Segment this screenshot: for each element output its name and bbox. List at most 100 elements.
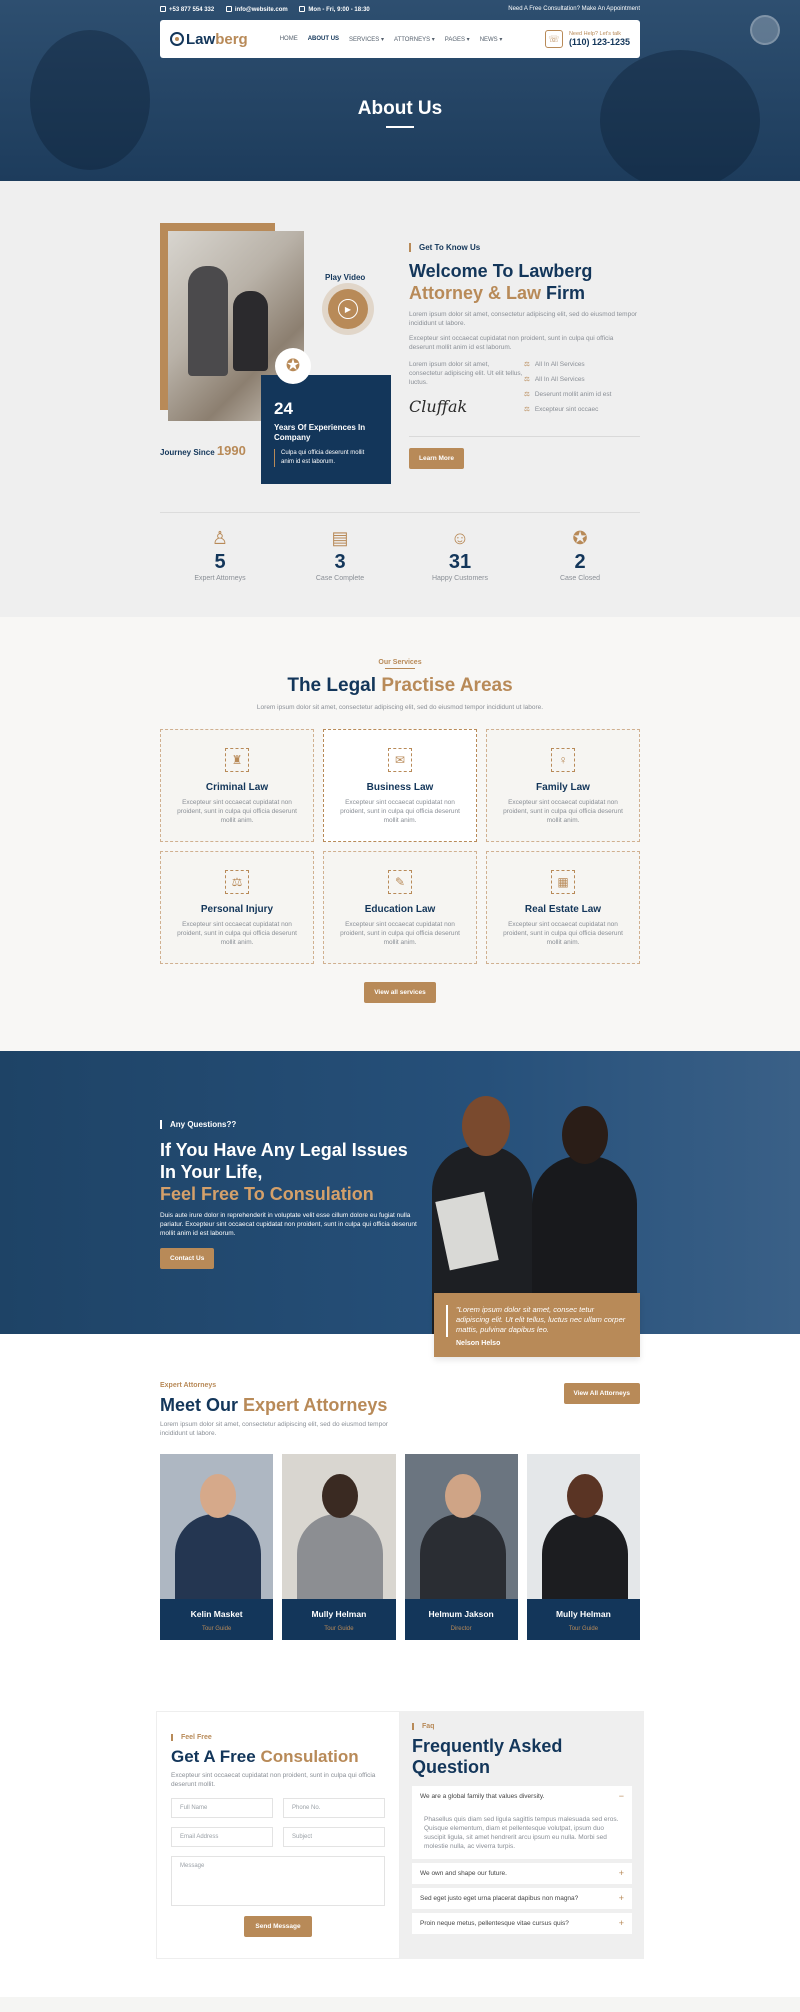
plus-icon: + (618, 1918, 624, 1928)
card-title: Family Law (536, 782, 590, 793)
person-head (566, 1474, 603, 1518)
nav-news[interactable]: NEWS ▾ (480, 36, 503, 43)
nav-attorneys[interactable]: ATTORNEYS ▾ (394, 36, 435, 43)
consultation-cta: Any Questions?? If You Have Any Legal Is… (0, 1051, 800, 1357)
attorney-icon: ♙ (211, 528, 229, 548)
contact-us-button[interactable]: Contact Us (160, 1248, 215, 1269)
topbar-consult-link[interactable]: Need A Free Consultation? Make An Appoin… (508, 6, 640, 13)
stat-item: ▤ 3 Case Complete (280, 528, 400, 582)
person-figure (188, 266, 228, 376)
card-desc: Excepteur sint occaecat cupidatat non pr… (503, 921, 623, 946)
journey-year: 1990 (216, 443, 246, 458)
send-message-button[interactable]: Send Message (244, 1916, 312, 1937)
main-menu: HOME ABOUT US SERVICES ▾ ATTORNEYS ▾ PAG… (280, 36, 513, 43)
card-title: Real Estate Law (524, 904, 602, 915)
faq-title: Frequently Asked Question (412, 1736, 563, 1777)
email-field[interactable]: Email Address (171, 1827, 273, 1847)
services-subtitle: Lorem ipsum dolor sit amet, consectetur … (256, 704, 544, 711)
phone-icon: ☏ (544, 30, 563, 48)
card-title: Criminal Law (205, 782, 269, 793)
member-role: Tour Guide (201, 1626, 232, 1632)
personal-injury-icon: ⚖ (225, 870, 249, 894)
service-card[interactable]: ▦ Real Estate Law Excepteur sint occaecat … (486, 851, 640, 964)
help-phone: (110) 123-1235 (568, 37, 630, 47)
full-name-field[interactable]: Full Name (171, 1798, 273, 1818)
topbar: +53 877 554 332 info@website.com Mon - F… (160, 6, 640, 13)
learn-more-button[interactable]: Learn More (409, 448, 465, 469)
member-name: Mully Helman (311, 1609, 367, 1619)
topbar-email[interactable]: info@website.com (225, 6, 288, 13)
person-head (444, 1474, 481, 1518)
member-name: Mully Helman (555, 1609, 611, 1619)
team-eyebrow: Expert Attorneys (160, 1382, 217, 1389)
family-law-icon: ♀ (551, 748, 575, 772)
stat-item: ♙ 5 Expert Attorneys (160, 528, 280, 582)
nav-home[interactable]: HOME (280, 36, 298, 43)
team-member-card[interactable]: Mully Helman Tour Guide (526, 1454, 640, 1640)
about-title: Welcome To Lawberg Attorney & Law Firm (409, 261, 593, 303)
testimonial-quote: "Lorem ipsum dolor sit amet, consec tetu… (434, 1293, 640, 1357)
list-item: All In All Services (524, 360, 611, 368)
phone-field[interactable]: Phone No. (283, 1798, 385, 1818)
team-subtitle: Lorem ipsum dolor sit amet, consectetur … (160, 1421, 388, 1437)
form-text: Excepteur sint occaecat cupidatat non pr… (171, 1772, 376, 1788)
topbar-phone[interactable]: +53 877 554 332 (160, 6, 214, 13)
about-paragraph: Excepteur sint occaecat cupidatat non pr… (409, 335, 614, 351)
experience-label: Years Of Experiences In Company (274, 423, 366, 442)
view-all-services-button[interactable]: View all services (364, 982, 436, 1003)
view-all-attorneys-button[interactable]: View All Attorneys (563, 1383, 640, 1404)
page-hero: +53 877 554 332 info@website.com Mon - F… (0, 0, 800, 181)
member-photo (526, 1454, 640, 1599)
eyebrow-underline (385, 668, 415, 669)
nav-about-us[interactable]: ABOUT US (308, 36, 339, 43)
service-card[interactable]: ✉ Business Law Excepteur sint occaecat cup… (323, 729, 477, 842)
card-title: Business Law (366, 782, 434, 793)
footer-band (0, 1997, 800, 2012)
person-figure (297, 1514, 384, 1599)
experience-desc: Culpa qui officia deserunt mollit anim i… (274, 449, 378, 467)
team-title: Meet Our Expert Attorneys (160, 1395, 388, 1415)
team-member-card[interactable]: Helmum Jakson Director (404, 1454, 518, 1640)
services-section: Our Services The Legal Practise Areas Lo… (0, 617, 800, 1051)
about-paragraph: Lorem ipsum dolor sit amet, consectetur … (409, 361, 523, 386)
service-card[interactable]: ♀ Family Law Excepteur sint occaecat cupid… (486, 729, 640, 842)
message-field[interactable]: Message (171, 1856, 385, 1906)
experience-box: 24 Years Of Experiences In Company Culpa… (261, 375, 391, 484)
stat-label: Happy Customers (431, 575, 489, 582)
person-figure (175, 1514, 261, 1599)
member-photo (160, 1454, 274, 1599)
services-eyebrow: Our Services (378, 659, 422, 666)
list-item: All In All Services (524, 375, 611, 383)
award-icon: ✪ (275, 348, 311, 384)
faq-question[interactable]: Sed eget justo eget urna placerat dapibu… (412, 1888, 632, 1909)
service-card[interactable]: ⚖ Personal Injury Excepteur sint occaecat … (160, 851, 314, 964)
faq-question[interactable]: We own and shape our future. + (412, 1863, 632, 1884)
faq-panel: Faq Frequently Asked Question We are a g… (400, 1711, 644, 1959)
stat-label: Case Complete (315, 575, 365, 582)
service-card[interactable]: ✎ Education Law Excepteur sint occaecat cu… (323, 851, 477, 964)
list-item: Excepteur sint occaec (524, 405, 611, 413)
logo[interactable]: Law berg (170, 31, 248, 48)
person-head (322, 1474, 359, 1518)
team-member-card[interactable]: Mully Helman Tour Guide (282, 1454, 396, 1640)
minus-icon: − (618, 1791, 624, 1801)
team-member-card[interactable]: Kelin Masket Tour Guide (160, 1454, 274, 1640)
faq-question[interactable]: We are a global family that values diver… (412, 1786, 632, 1807)
form-title: Get A Free Consulation (171, 1747, 359, 1766)
play-video-button[interactable]: ▶ (328, 289, 368, 329)
nav-pages[interactable]: PAGES ▾ (445, 36, 470, 43)
quote-author: Nelson Helso (456, 1340, 501, 1347)
faq-question[interactable]: Proin neque metus, pellentesque vitae cu… (412, 1913, 632, 1934)
criminal-law-icon: ♜ (225, 748, 249, 772)
about-section: Play Video ▶ ✪ 24 Years Of Experiences I… (0, 181, 800, 617)
consultation-form: Feel Free Get A Free Consulation Excepte… (156, 1711, 400, 1959)
divider (409, 436, 640, 437)
about-eyebrow: Get To Know Us (409, 243, 640, 252)
service-card[interactable]: ♜ Criminal Law Excepteur sint occaecat cup… (160, 729, 314, 842)
smile-icon: ☺ (450, 528, 470, 548)
subject-field[interactable]: Subject (283, 1827, 385, 1847)
nav-services[interactable]: SERVICES ▾ (349, 36, 384, 43)
search-icon[interactable] (750, 15, 780, 45)
help-contact[interactable]: ☏ Need Help? Let's talk (110) 123-1235 (544, 30, 630, 48)
title-underline (386, 126, 414, 128)
